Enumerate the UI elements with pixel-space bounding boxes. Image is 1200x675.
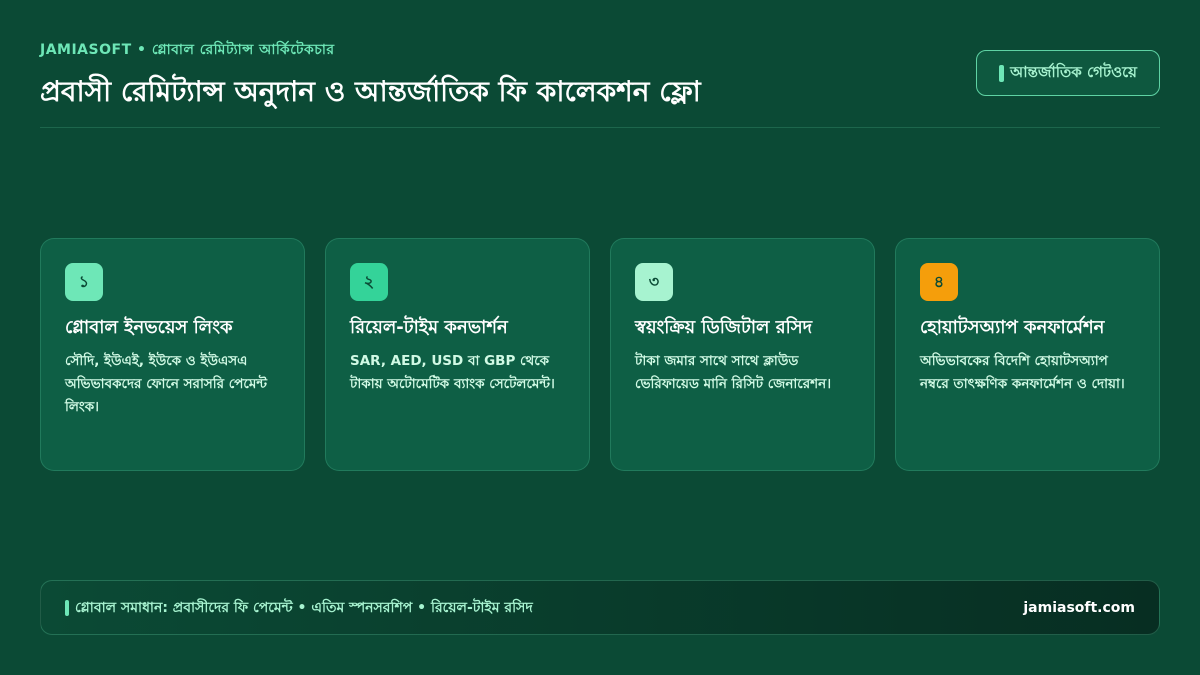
step-description: টাকা জমার সাথে সাথে ক্লাউড ভেরিফায়েড মা… — [635, 353, 832, 393]
step-description: SAR, AED, USD বা GBP থেকে টাকায় অটোমেটি… — [350, 353, 555, 393]
step-number-badge: ৪ — [920, 263, 958, 301]
header: JAMIASOFT • গ্লোবাল রেমিট্যান্স আর্কিটেক… — [40, 38, 1160, 128]
vertical-bar-icon — [999, 64, 1005, 82]
step-card-conversion: ২ রিয়েল-টাইম কনভার্শন SAR, AED, USD বা … — [325, 238, 590, 471]
footer-summary: গ্লোবাল সমাধান: প্রবাসীদের ফি পেমেন্ট • … — [65, 596, 533, 620]
step-description: সৌদি, ইউএই, ইউকে ও ইউএসএ অভিভাবকদের ফোনে… — [65, 353, 267, 416]
footer-banner: গ্লোবাল সমাধান: প্রবাসীদের ফি পেমেন্ট • … — [40, 580, 1160, 635]
step-title: রিয়েল-টাইম কনভার্শন — [350, 317, 508, 338]
step-number-badge: ৩ — [635, 263, 673, 301]
footer-website[interactable]: jamiasoft.com — [1023, 600, 1135, 616]
footer-summary-text: গ্লোবাল সমাধান: প্রবাসীদের ফি পেমেন্ট • … — [75, 599, 533, 616]
gateway-badge: আন্তর্জাতিক গেটওয়ে — [976, 50, 1160, 96]
step-description: অভিভাবকের বিদেশি হোয়াটসঅ্যাপ নম্বরে তাৎ… — [920, 353, 1125, 393]
vertical-bar-icon — [65, 599, 69, 616]
step-number-badge: ১ — [65, 263, 103, 301]
gateway-badge-label: আন্তর্জাতিক গেটওয়ে — [1010, 62, 1137, 81]
step-number-badge: ২ — [350, 263, 388, 301]
step-card-digital-receipt: ৩ স্বয়ংক্রিয় ডিজিটাল রসিদ টাকা জমার সা… — [610, 238, 875, 471]
step-card-invoice-link: ১ গ্লোবাল ইনভয়েস লিংক সৌদি, ইউএই, ইউকে … — [40, 238, 305, 471]
step-card-whatsapp: ৪ হোয়াটসঅ্যাপ কনফার্মেশন অভিভাবকের বিদে… — [895, 238, 1160, 471]
step-title: গ্লোবাল ইনভয়েস লিংক — [65, 317, 233, 338]
step-title: স্বয়ংক্রিয় ডিজিটাল রসিদ — [635, 317, 813, 338]
flow-steps: ১ গ্লোবাল ইনভয়েস লিংক সৌদি, ইউএই, ইউকে … — [40, 238, 1160, 471]
step-title: হোয়াটসঅ্যাপ কনফার্মেশন — [920, 317, 1105, 338]
